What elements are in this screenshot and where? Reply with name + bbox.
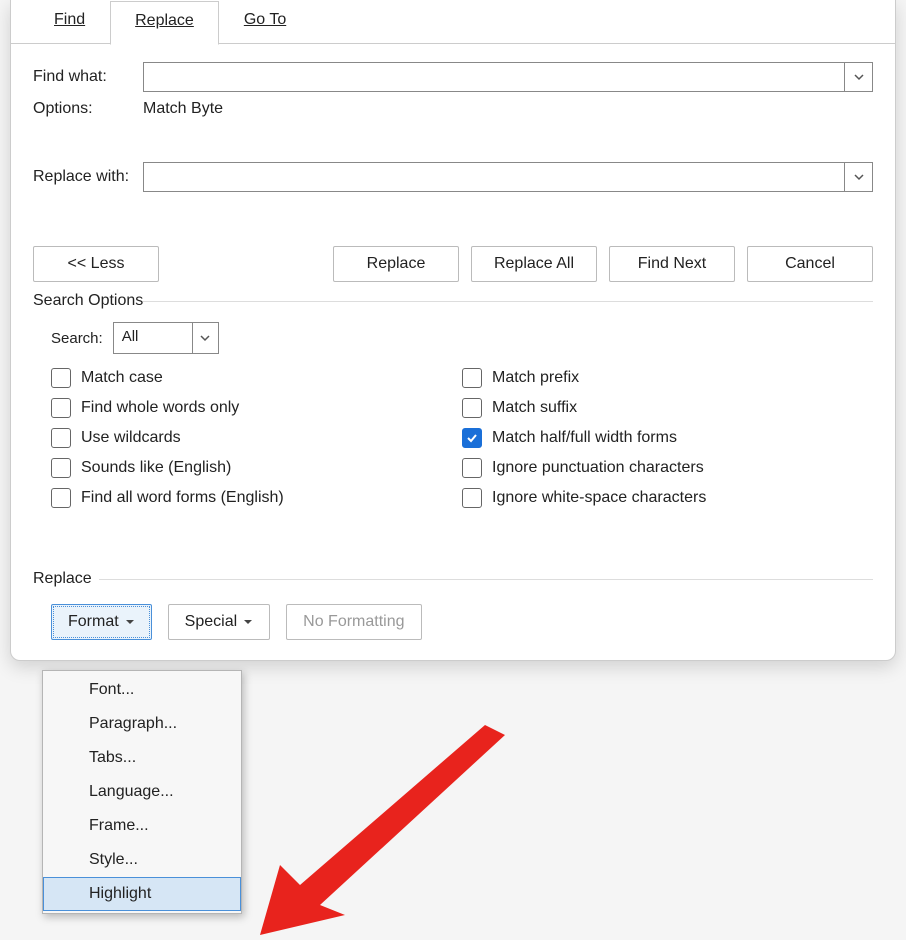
search-direction-value: All — [114, 323, 192, 353]
menu-item-highlight[interactable]: Highlight — [43, 877, 241, 911]
search-direction-arrow[interactable] — [192, 323, 218, 353]
menu-item-frame[interactable]: Frame... — [43, 809, 241, 843]
cancel-button[interactable]: Cancel — [747, 246, 873, 282]
word-forms-label[interactable]: Find all word forms (English) — [81, 489, 284, 507]
ignore-punctuation-label[interactable]: Ignore punctuation characters — [492, 459, 704, 477]
match-prefix-label[interactable]: Match prefix — [492, 369, 579, 387]
replace-all-button[interactable]: Replace All — [471, 246, 597, 282]
format-dropdown-menu: Font... Paragraph... Tabs... Language...… — [42, 670, 242, 914]
options-label: Options: — [33, 100, 143, 118]
match-suffix-label[interactable]: Match suffix — [492, 399, 577, 417]
tab-replace[interactable]: Replace — [110, 1, 219, 45]
ignore-whitespace-label[interactable]: Ignore white-space characters — [492, 489, 706, 507]
find-what-combo[interactable] — [143, 62, 873, 92]
half-full-width-checkbox[interactable] — [462, 428, 482, 448]
menu-item-style[interactable]: Style... — [43, 843, 241, 877]
caret-down-icon — [243, 617, 253, 627]
match-suffix-checkbox[interactable] — [462, 398, 482, 418]
search-options-section: Search Options Search: All Match case Fi… — [11, 292, 895, 518]
special-button[interactable]: Special — [168, 604, 270, 640]
wildcards-label[interactable]: Use wildcards — [81, 429, 181, 447]
search-direction-select[interactable]: All — [113, 322, 219, 354]
chevron-down-icon — [199, 332, 211, 344]
tab-find[interactable]: Find — [29, 0, 110, 44]
find-what-input[interactable] — [144, 63, 844, 91]
word-forms-checkbox[interactable] — [51, 488, 71, 508]
find-what-dropdown-button[interactable] — [844, 63, 872, 91]
whole-words-checkbox[interactable] — [51, 398, 71, 418]
replace-with-label: Replace with: — [33, 168, 143, 186]
find-next-button[interactable]: Find Next — [609, 246, 735, 282]
half-full-width-label[interactable]: Match half/full width forms — [492, 429, 677, 447]
chevron-down-icon — [853, 71, 865, 83]
match-case-checkbox[interactable] — [51, 368, 71, 388]
match-prefix-checkbox[interactable] — [462, 368, 482, 388]
replace-with-combo[interactable] — [143, 162, 873, 192]
format-button[interactable]: Format — [51, 604, 152, 640]
search-direction-label: Search: — [51, 330, 103, 347]
replace-section-title: Replace — [33, 570, 873, 588]
find-what-label: Find what: — [33, 68, 143, 86]
main-content: Find what: Options: Match Byte Replace w… — [11, 44, 895, 246]
search-options-title: Search Options — [33, 292, 873, 310]
replace-format-section: Replace Format Special No Formatting — [11, 518, 895, 660]
caret-down-icon — [125, 617, 135, 627]
sounds-like-checkbox[interactable] — [51, 458, 71, 478]
annotation-arrow — [250, 720, 510, 940]
replace-with-dropdown-button[interactable] — [844, 163, 872, 191]
menu-item-paragraph[interactable]: Paragraph... — [43, 707, 241, 741]
menu-item-font[interactable]: Font... — [43, 673, 241, 707]
menu-item-language[interactable]: Language... — [43, 775, 241, 809]
tab-goto[interactable]: Go To — [219, 0, 311, 44]
sounds-like-label[interactable]: Sounds like (English) — [81, 459, 231, 477]
ignore-punctuation-checkbox[interactable] — [462, 458, 482, 478]
menu-item-tabs[interactable]: Tabs... — [43, 741, 241, 775]
match-case-label[interactable]: Match case — [81, 369, 163, 387]
chevron-down-icon — [853, 171, 865, 183]
replace-button[interactable]: Replace — [333, 246, 459, 282]
tab-bar: Find Replace Go To — [11, 0, 895, 44]
replace-with-input[interactable] — [144, 163, 844, 191]
options-value: Match Byte — [143, 100, 223, 118]
ignore-whitespace-checkbox[interactable] — [462, 488, 482, 508]
no-formatting-button: No Formatting — [286, 604, 421, 640]
find-replace-dialog: Find Replace Go To Find what: Options: M… — [10, 0, 896, 661]
wildcards-checkbox[interactable] — [51, 428, 71, 448]
less-button[interactable]: << Less — [33, 246, 159, 282]
whole-words-label[interactable]: Find whole words only — [81, 399, 239, 417]
action-button-row: << Less Replace Replace All Find Next Ca… — [11, 246, 895, 292]
